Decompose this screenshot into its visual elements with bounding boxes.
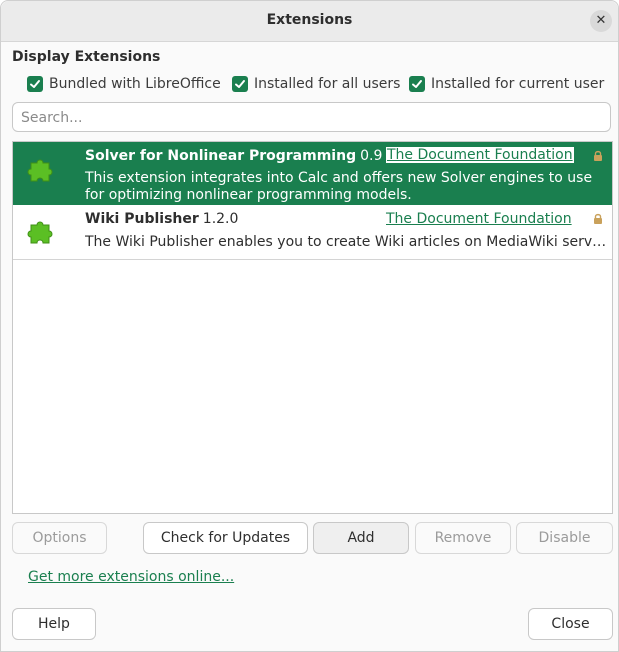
extension-name: Wiki Publisher 1.2.0 xyxy=(85,211,238,227)
extension-name: Solver for Nonlinear Programming 0.9 xyxy=(85,148,382,164)
disable-button[interactable]: Disable xyxy=(516,522,613,554)
extension-description: The Wiki Publisher enables you to create… xyxy=(85,234,609,250)
check-for-updates-button[interactable]: Check for Updates xyxy=(143,522,308,554)
puzzle-piece-icon xyxy=(25,216,57,252)
lock-icon xyxy=(592,150,604,166)
remove-button[interactable]: Remove xyxy=(415,522,511,554)
display-extensions-label: Display Extensions xyxy=(12,49,161,65)
get-more-extensions-link[interactable]: Get more extensions online... xyxy=(28,569,234,585)
close-window-button[interactable]: ✕ xyxy=(590,10,612,32)
search-placeholder: Search... xyxy=(21,110,83,126)
lock-icon xyxy=(592,213,604,229)
bundled-checkbox-label: Bundled with LibreOffice xyxy=(49,76,221,92)
publisher-link[interactable]: The Document Foundation xyxy=(386,211,572,227)
add-button[interactable]: Add xyxy=(313,522,409,554)
extension-version: 0.9 xyxy=(360,148,383,164)
current-user-checkbox-label: Installed for current user xyxy=(431,76,605,92)
extensions-list[interactable]: Solver for Nonlinear Programming 0.9 The … xyxy=(12,141,613,514)
extension-description: This extension integrates into Calc and … xyxy=(85,170,593,203)
help-button[interactable]: Help xyxy=(12,608,96,640)
all-users-checkbox-label: Installed for all users xyxy=(254,76,401,92)
dialog-title: Extensions xyxy=(266,12,353,28)
checkmark-icon xyxy=(232,76,248,92)
bundled-checkbox[interactable]: Bundled with LibreOffice xyxy=(27,75,221,93)
extensions-dialog: Extensions ✕ Display Extensions Bundled … xyxy=(0,0,619,652)
puzzle-piece-icon xyxy=(25,154,57,190)
extension-row-wiki-publisher[interactable]: Wiki Publisher 1.2.0 The Document Foundat… xyxy=(13,205,612,260)
options-button[interactable]: Options xyxy=(12,522,107,554)
publisher-link[interactable]: The Document Foundation xyxy=(386,147,574,163)
close-button[interactable]: Close xyxy=(528,608,613,640)
all-users-checkbox[interactable]: Installed for all users xyxy=(232,75,400,93)
current-user-checkbox[interactable]: Installed for current user xyxy=(409,75,604,93)
checkmark-icon xyxy=(27,76,43,92)
checkmark-icon xyxy=(409,76,425,92)
extension-title: Wiki Publisher xyxy=(85,211,199,227)
search-input[interactable]: Search... xyxy=(12,102,611,132)
extension-row-solver[interactable]: Solver for Nonlinear Programming 0.9 The … xyxy=(13,142,612,205)
close-icon: ✕ xyxy=(595,13,607,28)
extension-title: Solver for Nonlinear Programming xyxy=(85,148,357,164)
extension-version: 1.2.0 xyxy=(202,211,239,227)
title-bar: Extensions ✕ xyxy=(1,1,618,42)
